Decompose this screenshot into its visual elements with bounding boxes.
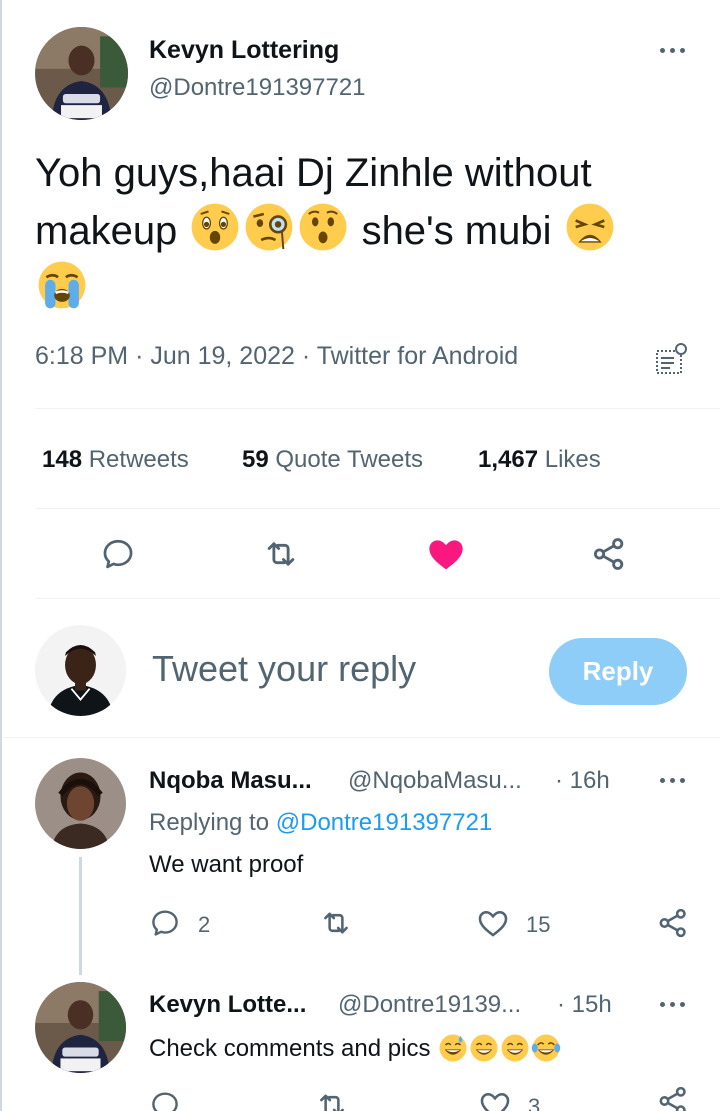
tweet-text-she-is-mubi: she's mubi [361,209,552,253]
tweet-detail-screen: Kevyn Lottering @Dontre191397721 Yoh guy… [0,0,720,1111]
reply-like-count: 3 [528,1094,541,1111]
beaming-face-emoji-icon [469,1033,499,1063]
divider [35,508,720,509]
likes-label: Likes [544,446,601,473]
share-icon [659,908,686,938]
retweet-icon [324,912,348,934]
retweet-icon [320,1094,344,1111]
reply-share-button[interactable] [655,906,691,940]
tweet-text-line-1: Yoh guys,haai Dj Zinhle without [35,151,592,195]
share-button[interactable] [588,534,630,574]
divider [2,737,720,738]
reply-text: Check comments and pics [149,1033,561,1063]
tweet-text: Yoh guys,haai Dj Zinhle without makeup s… [35,146,695,317]
grinning-face-with-sweat-emoji-icon [438,1033,468,1063]
replying-to: Replying to @Dontre191397721 [149,809,492,837]
reply-like-count: 15 [526,912,551,937]
reply-more-options-icon[interactable] [652,768,692,792]
reply-share-button[interactable] [655,1084,691,1111]
reply-more-options-icon[interactable] [652,992,692,1016]
tweet-analytics-icon[interactable] [654,341,690,377]
reply-text-content: Check comments and pics [149,1035,431,1062]
reply-author-name[interactable]: Nqoba Masu... [149,767,312,795]
tweet-more-options-icon[interactable] [652,38,692,62]
current-user-avatar[interactable] [35,625,126,716]
reply-reply-count: 2 [198,912,211,937]
reply-author-handle[interactable]: @Dontre19139... [338,991,521,1019]
tweet-source[interactable]: Twitter for Android [317,342,518,370]
divider [35,598,720,599]
likes-stat[interactable]: 1,467 Likes [478,446,601,474]
replying-to-label: Replying to [149,809,270,836]
meta-separator: · [301,342,311,370]
likes-count: 1,467 [478,446,539,473]
hushed-face-emoji-icon [189,201,241,253]
thread-line [79,857,82,975]
reply-author-avatar[interactable] [35,982,126,1073]
retweet-icon [267,542,295,566]
reply-icon [152,910,178,936]
retweets-count: 148 [42,446,83,473]
reply-submit-button[interactable]: Reply [549,638,687,705]
replying-to-handle[interactable]: @Dontre191397721 [276,809,493,836]
tweet-meta: 6:18 PM · Jun 19, 2022 · Twitter for And… [35,342,518,371]
tweet-text-line-3 [35,259,695,317]
like-button[interactable] [424,534,468,574]
reply-retweet-button[interactable] [318,906,354,940]
author-name[interactable]: Kevyn Lottering [149,36,339,65]
reply-like-button[interactable] [475,906,511,940]
tweet-time[interactable]: 6:18 PM [35,342,128,370]
loudly-crying-face-emoji-icon [36,259,88,311]
heart-filled-icon [429,540,463,570]
retweet-button[interactable] [259,534,303,574]
reply-reply-button[interactable] [148,1088,182,1111]
reply-author-handle[interactable]: @NqobaMasu... [348,767,522,795]
reply-author-avatar[interactable] [35,758,126,849]
reply-input[interactable]: Tweet your reply [152,648,416,690]
face-with-monocle-emoji-icon [243,201,295,253]
author-avatar[interactable] [35,27,128,120]
reply-text: We want proof [149,851,304,878]
hushed-face-emoji-icon [297,201,349,253]
heart-outline-icon [480,1092,510,1111]
quote-tweets-label: Quote Tweets [275,446,424,473]
share-icon [593,538,624,570]
reply-time[interactable]: · 16h [555,767,610,795]
face-with-tears-of-joy-emoji-icon [531,1033,561,1063]
retweets-label: Retweets [88,446,189,473]
meta-separator: · [135,342,144,370]
reply-button[interactable] [98,534,138,574]
weary-face-emoji-icon [564,201,616,253]
reply-reply-button[interactable] [148,906,182,940]
divider [35,408,720,409]
retweets-stat[interactable]: 148 Retweets [42,446,189,474]
beaming-face-emoji-icon [500,1033,530,1063]
reply-retweet-button[interactable] [314,1088,350,1111]
share-icon [659,1086,686,1111]
quote-tweets-stat[interactable]: 59 Quote Tweets [242,446,423,474]
tweet-date[interactable]: Jun 19, 2022 [150,342,295,370]
tweet-text-word-makeup: makeup [35,209,178,253]
reply-icon [152,1092,178,1111]
heart-outline-icon [478,910,508,937]
author-handle[interactable]: @Dontre191397721 [149,74,366,102]
reply-author-name[interactable]: Kevyn Lotte... [149,991,306,1019]
reply-icon [103,539,133,569]
reply-time[interactable]: · 15h [557,991,612,1019]
tweet-text-line-2: makeup she's mubi [35,201,695,259]
quote-tweets-count: 59 [242,446,269,473]
reply-like-button[interactable] [477,1088,513,1111]
